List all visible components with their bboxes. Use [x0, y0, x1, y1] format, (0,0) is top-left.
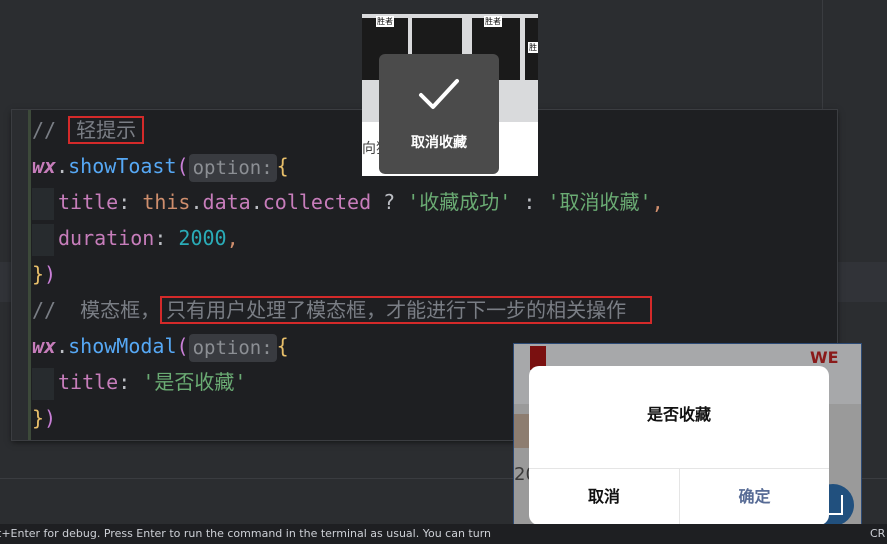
modal-dialog: 是否收藏 取消 确定 — [529, 366, 829, 525]
indent-guide — [32, 223, 54, 256]
checkmark-icon — [419, 79, 459, 109]
code-line: // 轻提示 — [32, 112, 664, 148]
keyword: this — [142, 190, 191, 214]
comment: // — [32, 118, 69, 142]
status-bar: t+Enter for debug. Press Enter to run th… — [0, 524, 887, 544]
string-literal: '取消收藏' — [547, 190, 652, 214]
indent-guide — [32, 187, 54, 220]
highlight-box-modal: 只有用户处理了模态框，才能进行下一步的相关操作 — [160, 296, 653, 324]
parameter-hint: option: — [188, 333, 277, 362]
operator: : — [511, 190, 548, 214]
comment: // 模态框， — [32, 298, 161, 322]
operator: ? — [371, 190, 408, 214]
poster-tag: 胜者 — [376, 16, 394, 27]
line-ending-indicator[interactable]: CR — [870, 524, 885, 544]
code-line: wx.showToast(option:{ — [32, 148, 664, 184]
property: collected — [262, 190, 372, 214]
code-line: // 模态框， 只有用户处理了模态框，才能进行下一步的相关操作 — [32, 292, 664, 328]
confirm-button[interactable]: 确定 — [680, 469, 829, 525]
wx-object: wx — [32, 154, 57, 178]
wx-object: wx — [32, 334, 57, 358]
cancel-button[interactable]: 取消 — [529, 469, 679, 525]
change-marker — [28, 110, 31, 440]
string-literal: '是否收藏' — [142, 370, 247, 394]
poster-tag: 胜者 — [484, 16, 502, 27]
property: data — [202, 190, 251, 214]
team-logo: WE — [810, 348, 839, 367]
property-key: title — [58, 370, 119, 394]
parameter-hint: option: — [188, 153, 277, 182]
highlight-box-toast: 轻提示 — [68, 116, 145, 144]
property-key: duration — [58, 226, 155, 250]
poster-tag: 胜 — [528, 42, 538, 53]
code-line: }) — [32, 262, 57, 286]
string-literal: '收藏成功' — [407, 190, 512, 214]
function-name: showToast — [68, 154, 177, 178]
toast-label: 取消收藏 — [411, 135, 467, 151]
ide-divider — [822, 0, 823, 110]
code-line: duration: 2000, — [32, 220, 664, 256]
toast-popup: 取消收藏 — [379, 54, 499, 174]
function-name: showModal — [68, 334, 177, 358]
status-text: t+Enter for debug. Press Enter to run th… — [0, 527, 492, 540]
property-key: title — [58, 190, 119, 214]
code-line: title: this.data.collected ? '收藏成功' : '取… — [32, 184, 664, 220]
number-literal: 2000 — [178, 226, 227, 250]
indent-guide — [32, 367, 54, 400]
modal-title: 是否收藏 — [646, 405, 711, 424]
